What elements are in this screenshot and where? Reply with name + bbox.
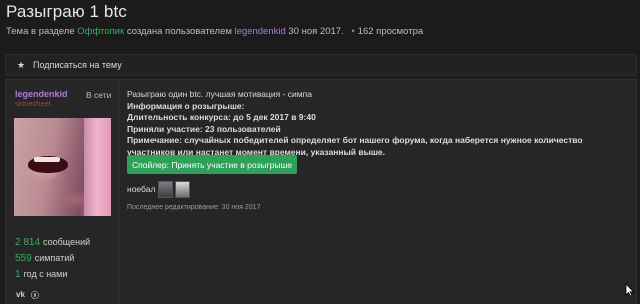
views-count: 162 просмотра <box>357 26 424 37</box>
info-header: Информация о розыгрыше: <box>127 100 245 111</box>
years-count: 1 <box>15 269 21 280</box>
subscribe-label: Подписаться на тему <box>33 60 122 70</box>
post-content: Разыграю один btc. лучшая мотивация - си… <box>127 89 632 158</box>
subscribe-button[interactable]: ★ Подписаться на тему <box>5 54 637 76</box>
username-link[interactable]: legendenkid <box>15 89 68 99</box>
user-title: skinecheet <box>15 99 51 108</box>
thread-title: Разыграю 1 btc <box>6 2 127 21</box>
user-info-panel: legendenkid В сети skinecheet 2 814 сообщ… <box>6 80 119 304</box>
participants-count: Приняли участие: 23 пользователей <box>127 123 281 134</box>
reaction-avatar[interactable] <box>158 180 174 198</box>
meta-prefix: Тема в разделе <box>6 26 75 37</box>
online-status: В сети <box>86 90 112 100</box>
vk-icon[interactable]: vk <box>16 290 25 301</box>
thread-meta: Тема в разделе Оффтопик создана пользова… <box>6 26 423 37</box>
spoiler-button[interactable]: Спойлер: Принять участие в розыгрыше <box>127 155 297 174</box>
likes-stat[interactable]: 559 симпатий <box>15 253 74 264</box>
meta-middle: создана пользователем <box>126 26 232 37</box>
contest-duration: Длительность конкурса: до 5 дек 2017 в 9… <box>127 112 316 122</box>
messages-stat[interactable]: 2 814 сообщений <box>15 237 90 248</box>
post-intro: Разыграю один btc. лучшая мотивация - си… <box>127 89 312 99</box>
section-link[interactable]: Оффтопик <box>77 26 124 37</box>
likes-label: симпатий <box>34 253 75 263</box>
messages-count: 2 814 <box>15 237 41 248</box>
last-edited: Последнее редактирование: 30 ноя 2017 <box>127 204 261 211</box>
mouse-cursor-icon <box>625 283 635 297</box>
messages-label: сообщений <box>43 237 91 247</box>
reaction-line: ноебал <box>127 179 191 199</box>
post: legendenkid В сети skinecheet 2 814 сообщ… <box>5 79 637 304</box>
avatar[interactable] <box>14 118 111 216</box>
years-label: год с нами <box>23 269 68 279</box>
thread-date: 30 ноя 2017. <box>288 26 344 37</box>
author-link[interactable]: legendenkid <box>235 26 286 37</box>
social-links: vk ⓢ <box>16 290 39 301</box>
star-icon: ★ <box>17 59 26 70</box>
likes-count: 559 <box>15 253 32 264</box>
years-stat: 1 год с нами <box>15 269 67 280</box>
meta-separator: • <box>351 26 355 37</box>
reaction-text: ноебал <box>127 184 156 194</box>
skype-icon[interactable]: ⓢ <box>31 290 39 301</box>
reaction-avatar[interactable] <box>175 180 191 198</box>
